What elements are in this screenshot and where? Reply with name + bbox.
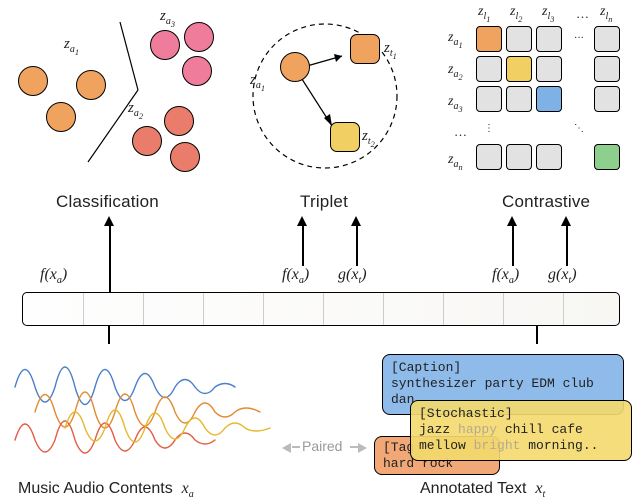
audio-waveforms [10,342,280,472]
grid-cell-r1c4: ··· [566,26,592,52]
contrastive-col-2: zl2 [510,4,522,24]
func-gxt-2: g(xt) [548,266,577,286]
line-bar-to-text [536,326,538,344]
triplet-label-zt1: zt1 [384,40,397,61]
grid-cell-r3c2 [506,86,532,112]
arrow-to-contrastive-fxa-line [512,224,514,266]
grid-cell-r2c5 [594,56,620,82]
grid-cell-r4c4: ⋱ [566,116,592,142]
grid-cell-r4c2 [506,116,532,142]
anno-stochastic-body: jazz happy chill cafe mellow bright morn… [419,422,598,453]
classification-divider [10,12,220,182]
text-caption: Annotated Text xt [420,480,545,500]
contrastive-col-1: zl1 [478,4,490,24]
arrow-to-triplet-fxa-line [302,224,304,266]
func-gxt-1: g(xt) [338,266,367,286]
grid-cell-r3c5 [594,86,620,112]
triplet-neg-sq [330,122,360,152]
triplet-anchor-circle [280,52,310,82]
func-fxa-1: f(xa) [40,266,67,286]
anno-stochastic-header: [Stochastic] [419,406,513,421]
arrow-to-classification-head [104,216,114,226]
grid-cell-r4c3 [536,116,562,142]
grid-cell-r3c4 [566,86,592,112]
audio-caption-text: Music Audio Contents [18,480,173,497]
label-contrastive: Contrastive [502,192,590,212]
contrastive-grid: ··· ⋮ ⋱ [442,24,617,174]
audio-caption: Music Audio Contents xa [18,480,194,500]
grid-cell-r2c1 [476,56,502,82]
encoder-bar [22,292,620,326]
arrow-to-classification-line [109,224,111,292]
grid-cell-r3c3 [536,86,562,112]
grid-cell-r5c5 [594,144,620,170]
grid-cell-r1c3 [536,26,562,52]
grid-cell-r1c2 [506,26,532,52]
paired-arrow-left [282,443,291,453]
label-triplet: Triplet [300,192,348,212]
contrastive-col-3: zl3 [542,4,554,24]
grid-cell-r1c1 [476,26,502,52]
paired-arrow-bar-l [292,446,300,448]
paired-arrow-right [358,443,367,453]
arrow-to-triplet-gxt-line [356,224,358,266]
arrow-to-contrastive-gxt-line [566,224,568,266]
func-fxa-3: f(xa) [492,266,519,286]
grid-cell-r1c5 [594,26,620,52]
func-fxa-2: f(xa) [282,266,309,286]
arrow-to-triplet-fxa-head [297,216,307,226]
arrow-to-contrastive-fxa-head [507,216,517,226]
grid-cell-r5c4 [566,144,592,170]
arrow-to-triplet-gxt-head [351,216,361,226]
triplet-pos-sq [350,34,380,64]
contrastive-col-ell: … [576,6,589,22]
grid-cell-r2c2 [506,56,532,82]
grid-cell-r4c5 [594,116,620,142]
anno-stochastic-box: [Stochastic] jazz happy chill cafe mello… [410,400,632,461]
grid-cell-r3c1 [476,86,502,112]
grid-cell-r4c1: ⋮ [476,116,502,142]
grid-cell-r5c2 [506,144,532,170]
anno-caption-header: [Caption] [391,360,461,375]
grid-cell-r5c3 [536,144,562,170]
text-caption-text: Annotated Text [420,480,526,497]
grid-cell-r2c3 [536,56,562,82]
triplet-label-zt2: zt2 [362,128,375,149]
contrastive-col-n: zln [600,4,612,24]
paired-label: Paired [302,438,342,454]
grid-cell-r5c1 [476,144,502,170]
paired-arrow-bar-r [350,446,358,448]
arrow-to-contrastive-gxt-head [561,216,571,226]
triplet-label-za1: za1 [250,72,265,93]
grid-cell-r2c4 [566,56,592,82]
label-classification: Classification [56,192,159,212]
